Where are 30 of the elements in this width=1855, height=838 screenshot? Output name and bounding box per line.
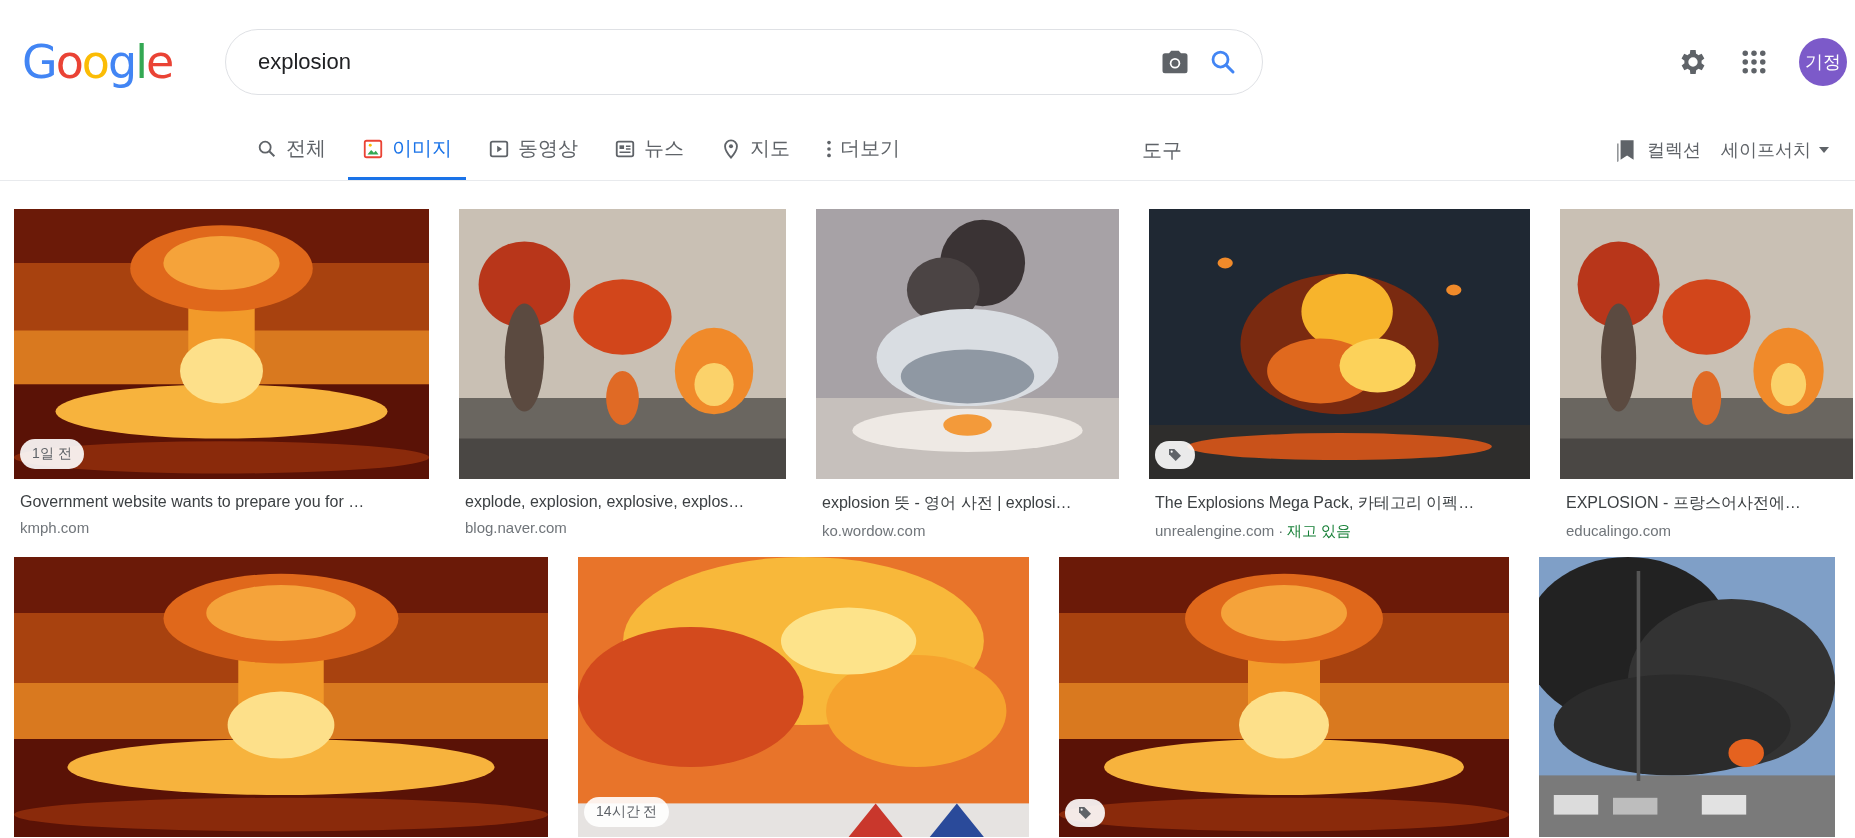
source-domain: unrealengine.com (1155, 522, 1275, 541)
separator-dot: · (1278, 522, 1284, 541)
search-tab[interactable]: 지도 (706, 120, 804, 180)
source-domain: educalingo.com (1566, 522, 1672, 539)
search-tab[interactable]: 전체 (242, 120, 340, 180)
source-domain: blog.naver.com (465, 519, 567, 536)
result-title[interactable]: Government website wants to prepare you for … (20, 493, 429, 511)
result-title[interactable]: EXPLOSION - 프랑스어사전에… (1566, 493, 1853, 514)
time-badge: 14시간 전 (584, 797, 670, 827)
search-tab[interactable]: 이미지 (348, 120, 466, 180)
account-avatar[interactable]: 기정 (1799, 38, 1847, 86)
collections-link[interactable]: 컬렉션 (1613, 137, 1701, 163)
search-tab[interactable]: 동영상 (474, 120, 592, 180)
result-title[interactable]: explode, explosion, explosive, explos… (465, 493, 786, 511)
tools-button[interactable]: 도구 (1132, 120, 1192, 180)
source-domain: kmph.com (20, 519, 90, 536)
google-logo[interactable]: Google (22, 35, 202, 89)
image-icon (362, 137, 384, 160)
tag-icon (1167, 447, 1183, 463)
caret-icon (1819, 147, 1829, 153)
result-title[interactable]: The Explosions Mega Pack, 카테고리 이펙… (1155, 493, 1530, 514)
search-tab[interactable]: 뉴스 (600, 120, 698, 180)
stock-label: 재고 있음 (1287, 522, 1352, 541)
tag-icon (1077, 805, 1093, 821)
source-domain: ko.wordow.com (822, 522, 926, 539)
search-tab[interactable]: 더보기 (812, 120, 914, 180)
result-title[interactable]: explosion 뜻 - 영어 사전 | explosi… (822, 493, 1119, 514)
time-badge: 1일 전 (20, 439, 84, 469)
safesearch-dropdown[interactable]: 세이프서치 (1721, 138, 1829, 162)
search-field[interactable]: explosion (256, 48, 1142, 76)
